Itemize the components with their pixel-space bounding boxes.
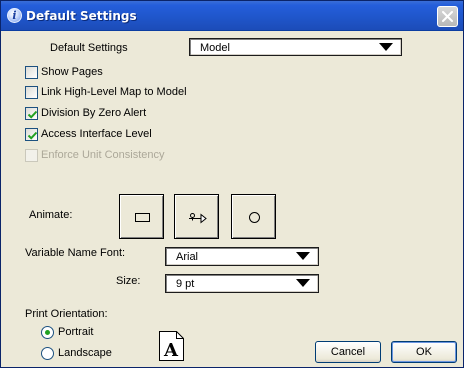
checkbox-box[interactable] (25, 86, 38, 99)
checkbox-label: Link High-Level Map to Model (41, 86, 187, 98)
checkbox-label: Enforce Unit Consistency (41, 149, 165, 161)
animate-label: Animate: (29, 209, 73, 221)
default-settings-label: Default Settings (50, 42, 128, 54)
chevron-down-icon (379, 43, 393, 51)
window-title: Default Settings (26, 9, 137, 23)
animate-rectangle-button[interactable] (119, 194, 164, 239)
checkbox-label: Show Pages (41, 66, 103, 78)
radio-label: Landscape (58, 347, 112, 359)
title-bar[interactable]: i Default Settings (1, 1, 463, 31)
checkbox-box[interactable] (25, 128, 38, 141)
default-settings-select[interactable]: Model (189, 38, 402, 56)
radio-dot (45, 330, 50, 335)
variable-name-font-select[interactable]: Arial (165, 247, 319, 266)
cancel-button[interactable]: Cancel (315, 341, 381, 363)
print-orientation-label: Print Orientation: (25, 308, 108, 320)
close-button[interactable] (437, 6, 458, 27)
checkbox-box[interactable] (25, 107, 38, 120)
radio-button[interactable] (41, 326, 54, 339)
rectangle-icon (135, 213, 150, 222)
ok-button[interactable]: OK (391, 341, 457, 363)
size-label: Size: (116, 275, 141, 287)
animate-circle-button[interactable] (231, 194, 276, 239)
checkbox-box (25, 149, 38, 162)
size-select[interactable]: 9 pt (165, 274, 319, 293)
size-value: 9 pt (176, 278, 195, 290)
page-preview-letter: A (163, 340, 179, 361)
chevron-down-icon (296, 279, 310, 287)
default-settings-dialog: i Default Settings Default Settings Mode… (0, 0, 464, 368)
page-orientation-preview-icon: A (159, 331, 185, 364)
flow-icon (189, 213, 207, 224)
checkbox-label: Division By Zero Alert (41, 107, 147, 119)
radio-label: Portrait (58, 326, 94, 338)
close-icon (442, 11, 453, 22)
checkbox-box[interactable] (25, 66, 38, 79)
chevron-down-icon (296, 252, 310, 260)
animate-flow-button[interactable] (174, 194, 219, 239)
circle-icon (249, 212, 260, 223)
radio-button[interactable] (41, 347, 54, 360)
variable-name-font-label: Variable Name Font: (25, 247, 126, 259)
variable-name-font-value: Arial (176, 251, 199, 263)
checkbox-label: Access Interface Level (41, 128, 152, 140)
checkmark-icon (27, 131, 38, 140)
info-icon: i (7, 8, 22, 23)
default-settings-value: Model (200, 42, 230, 54)
checkmark-icon (27, 110, 38, 119)
